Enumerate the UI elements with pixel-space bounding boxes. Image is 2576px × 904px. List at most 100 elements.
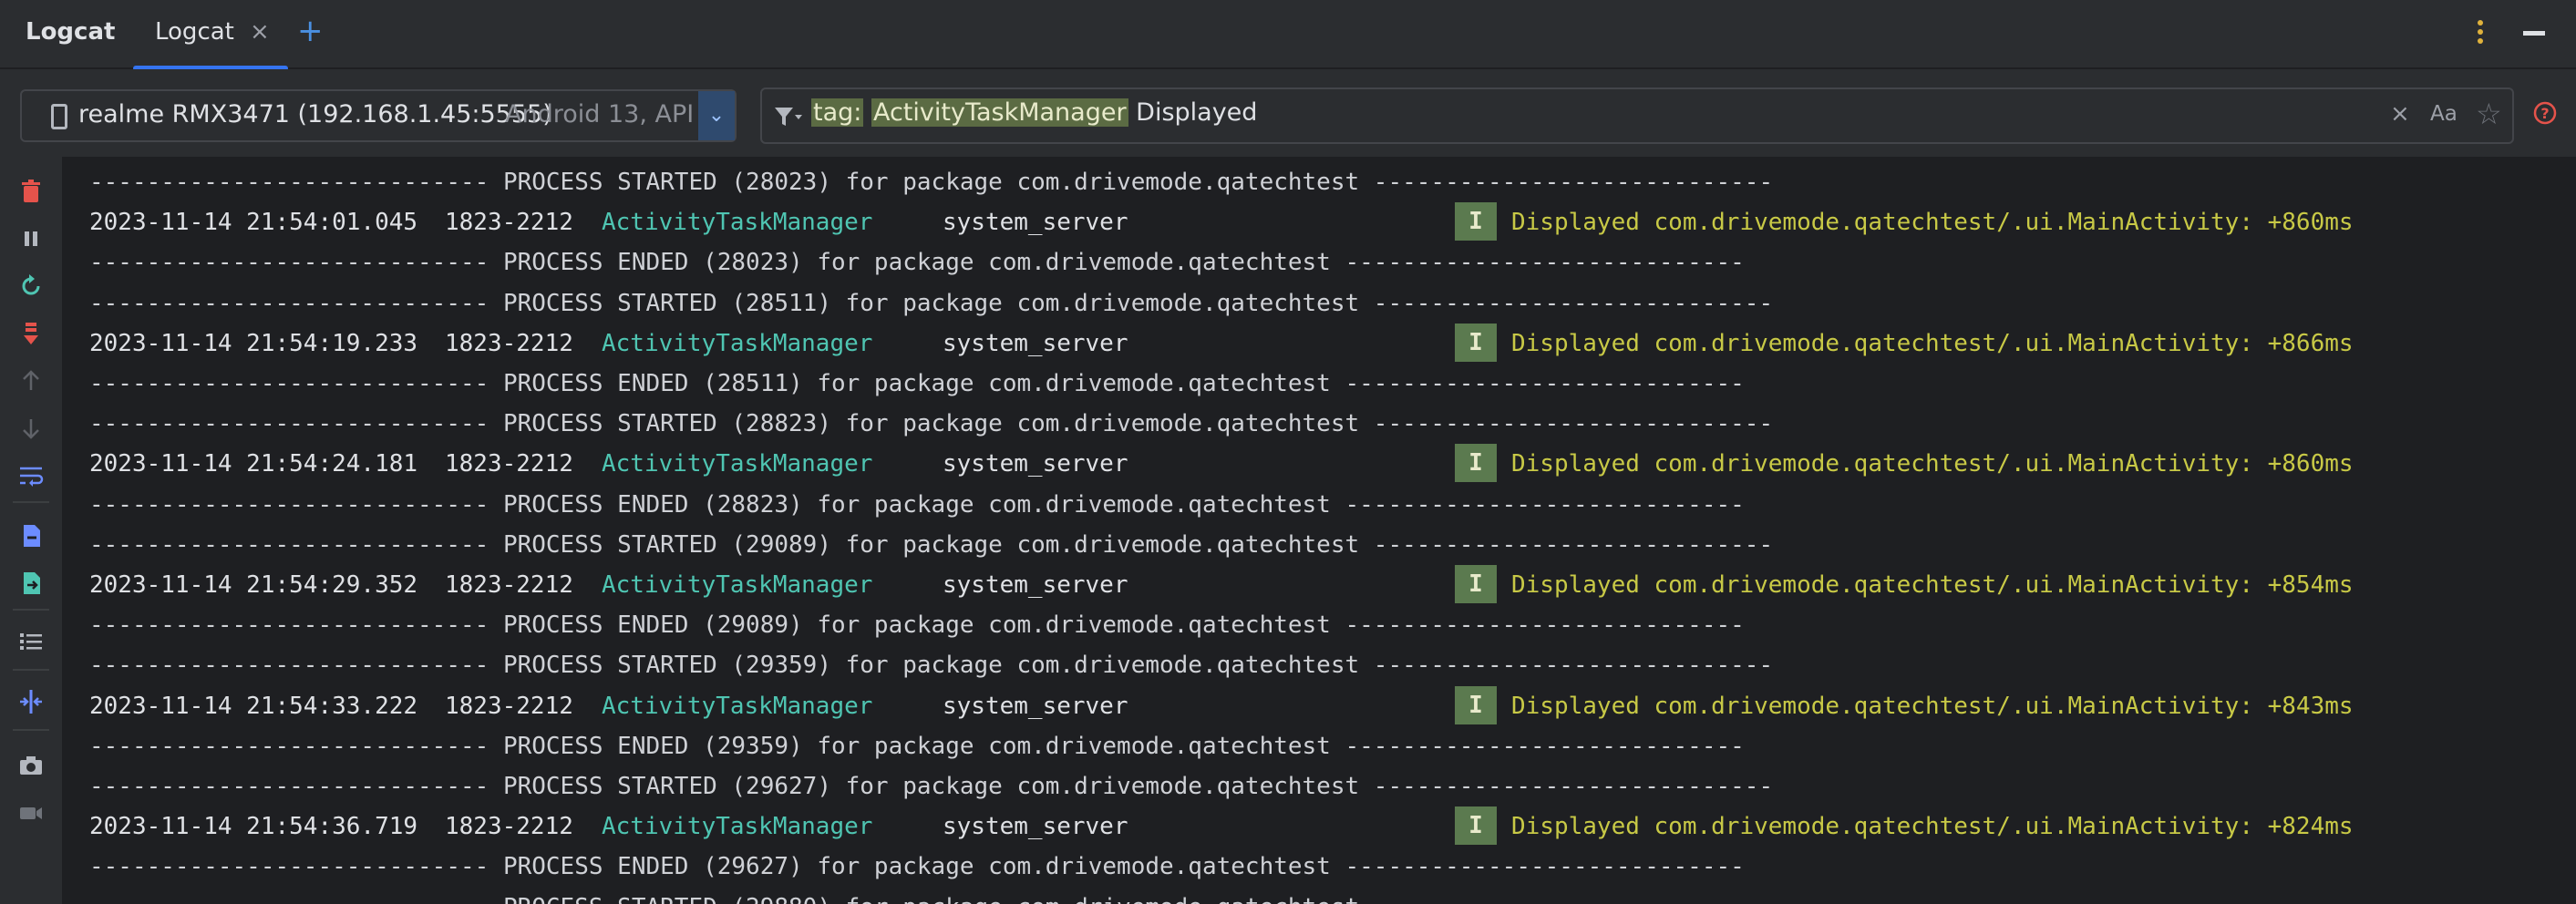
minimize-icon[interactable] (2523, 31, 2545, 36)
list-icon[interactable] (16, 627, 46, 656)
process-separator-line: ---------------------------- PROCESS STA… (89, 525, 1773, 565)
filter-tag-value: ActivityTaskManager (871, 98, 1128, 127)
scroll-to-end-icon[interactable] (16, 319, 46, 348)
separator-text: ---------------------------- PROCESS STA… (89, 289, 1774, 317)
logcat-filter-row: realme RMX3471 (192.168.1.45:5555) Andro… (0, 69, 2576, 157)
log-tag: ActivityTaskManager (602, 329, 873, 357)
trash-icon[interactable] (16, 177, 46, 206)
process-name: system_server (943, 329, 1128, 357)
process-separator-line: ---------------------------- PROCESS STA… (89, 404, 1773, 444)
pause-icon[interactable] (16, 224, 46, 253)
log-level-badge: I (1455, 444, 1497, 483)
separator-text: ---------------------------- PROCESS END… (89, 249, 1745, 277)
device-selector[interactable]: realme RMX3471 (192.168.1.45:5555) Andro… (20, 89, 737, 142)
separator-text: ---------------------------- PROCESS STA… (89, 773, 1774, 800)
separator-text: ---------------------------- PROCESS STA… (89, 652, 1774, 680)
process-name: system_server (943, 571, 1128, 599)
pid-tid: 1823-2212 (445, 813, 573, 841)
down-arrow-icon[interactable] (16, 414, 46, 443)
clear-filter-icon[interactable]: × (2390, 100, 2410, 128)
toolbar-separator (13, 609, 49, 611)
pid-tid: 1823-2212 (445, 329, 573, 357)
log-level-badge: I (1455, 806, 1497, 846)
timestamp: 2023-11-14 21:54:33.222 (89, 692, 418, 720)
favorite-star-icon[interactable]: ☆ (2476, 97, 2502, 131)
phone-icon (51, 104, 67, 129)
log-message: Displayed com.drivemode.qatechtest/.ui.M… (1511, 813, 2354, 841)
process-name: system_server (943, 692, 1128, 720)
import-log-icon[interactable] (16, 521, 46, 550)
svg-text:?: ? (2540, 105, 2549, 122)
log-entry-row: 2023-11-14 21:54:01.045 1823-2212 Activity… (62, 202, 2523, 242)
up-arrow-icon[interactable] (16, 366, 46, 396)
log-tag: ActivityTaskManager (602, 209, 873, 237)
video-icon[interactable] (16, 798, 46, 827)
help-icon[interactable]: ? (2532, 100, 2558, 126)
toolbar-separator (13, 501, 49, 503)
process-separator-line: ---------------------------- PROCESS STA… (89, 162, 1773, 202)
log-message: Displayed com.drivemode.qatechtest/.ui.M… (1511, 571, 2354, 599)
log-tag: ActivityTaskManager (602, 692, 873, 720)
log-level-badge: I (1455, 202, 1497, 241)
process-separator-line: ---------------------------- PROCESS END… (89, 847, 1745, 887)
log-level-badge: I (1455, 323, 1497, 362)
split-icon[interactable] (16, 687, 46, 716)
log-level-badge: I (1455, 685, 1497, 724)
log-level-badge: I (1455, 565, 1497, 603)
timestamp: 2023-11-14 21:54:19.233 (89, 329, 418, 357)
process-separator-line: ---------------------------- PROCESS END… (89, 364, 1745, 404)
log-entry-row: 2023-11-14 21:54:19.233 1823-2212 Activity… (62, 323, 2523, 364)
filter-query: tag: ActivityTaskManager Displayed (811, 98, 1257, 127)
timestamp: 2023-11-14 21:54:24.181 (89, 450, 418, 478)
chevron-down-icon[interactable]: ⌄ (698, 91, 735, 140)
log-message: Displayed com.drivemode.qatechtest/.ui.M… (1511, 329, 2354, 357)
pid-tid: 1823-2212 (445, 571, 573, 599)
more-options-icon[interactable] (2476, 16, 2485, 53)
match-case-icon[interactable]: Aa (2430, 102, 2458, 126)
log-entry-row: 2023-11-14 21:54:24.181 1823-2212 Activity… (62, 444, 2523, 484)
log-message: Displayed com.drivemode.qatechtest/.ui.M… (1511, 450, 2354, 478)
add-tab-button[interactable]: + (297, 13, 324, 49)
separator-text: ---------------------------- PROCESS END… (89, 490, 1745, 519)
log-entry-row: 2023-11-14 21:54:36.719 1823-2212 Activity… (62, 806, 2523, 847)
log-output[interactable]: ---------------------------- PROCESS STA… (62, 157, 2576, 904)
logcat-side-toolbar (0, 157, 62, 904)
device-api-level: Android 13, API 3 (505, 100, 713, 128)
log-message: Displayed com.drivemode.qatechtest/.ui.M… (1511, 209, 2354, 237)
filter-icon[interactable] (771, 100, 804, 133)
toolbar-separator (13, 729, 49, 731)
restart-icon[interactable] (16, 272, 46, 301)
tool-window-title: Logcat (26, 18, 116, 46)
soft-wrap-icon[interactable] (16, 461, 46, 490)
camera-icon[interactable] (16, 751, 46, 780)
filter-input[interactable]: tag: ActivityTaskManager Displayed × Aa … (760, 87, 2514, 144)
process-name: system_server (943, 813, 1128, 841)
separator-text: ---------------------------- PROCESS END… (89, 732, 1745, 760)
toolbar-separator (13, 669, 49, 671)
timestamp: 2023-11-14 21:54:29.352 (89, 571, 418, 599)
process-name: system_server (943, 209, 1128, 237)
separator-text: ---------------------------- PROCESS STA… (89, 530, 1774, 559)
pid-tid: 1823-2212 (445, 692, 573, 720)
separator-text: ---------------------------- PROCESS END… (89, 611, 1745, 640)
tab-close-icon[interactable]: × (250, 18, 270, 46)
pid-tid: 1823-2212 (445, 209, 573, 237)
log-tag: ActivityTaskManager (602, 571, 873, 599)
separator-text: ---------------------------- PROCESS END… (89, 853, 1745, 881)
log-entry-row: 2023-11-14 21:54:33.222 1823-2212 Activity… (62, 685, 2523, 726)
tab-logcat[interactable]: Logcat × (133, 0, 288, 71)
timestamp: 2023-11-14 21:54:01.045 (89, 209, 418, 237)
separator-text: ---------------------------- PROCESS STA… (89, 169, 1774, 196)
device-name: realme RMX3471 (192.168.1.45:5555) (78, 100, 552, 128)
tool-window-header: Logcat Logcat × + (0, 0, 2576, 71)
process-separator-line: ---------------------------- PROCESS STA… (89, 888, 1773, 904)
process-separator-line: ---------------------------- PROCESS STA… (89, 283, 1773, 324)
process-separator-line: ---------------------------- PROCESS END… (89, 605, 1745, 645)
separator-text: ---------------------------- PROCESS STA… (89, 894, 1773, 904)
log-entry-row: 2023-11-14 21:54:29.352 1823-2212 Activity… (62, 565, 2523, 605)
pid-tid: 1823-2212 (445, 450, 573, 478)
log-message: Displayed com.drivemode.qatechtest/.ui.M… (1511, 692, 2354, 720)
process-separator-line: ---------------------------- PROCESS END… (89, 242, 1745, 282)
tab-label: Logcat (155, 18, 234, 46)
export-log-icon[interactable] (16, 569, 46, 598)
